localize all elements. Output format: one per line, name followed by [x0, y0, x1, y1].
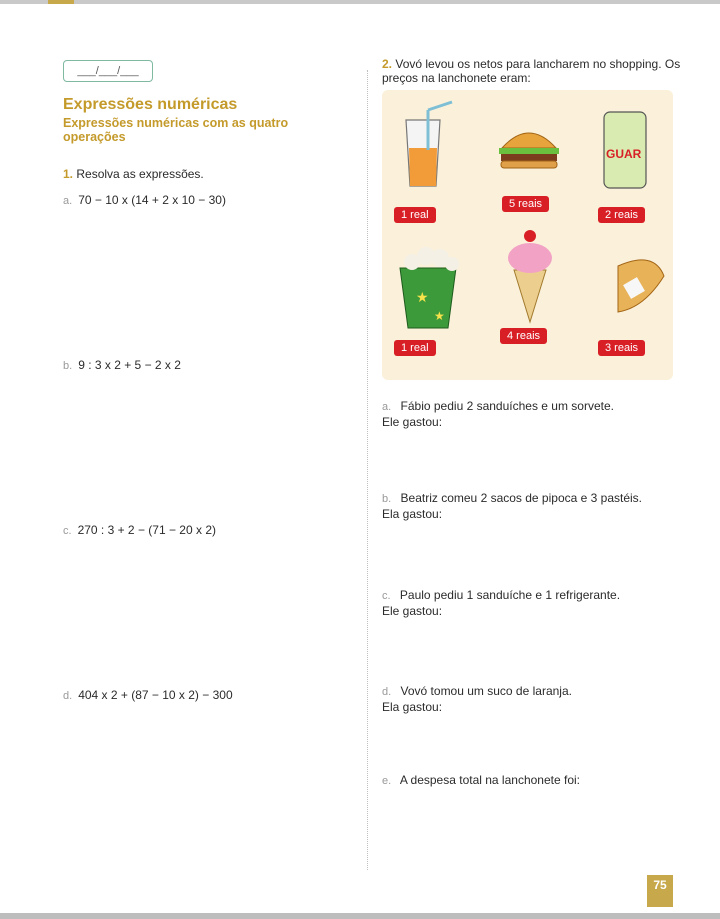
section-subtitle: Expressões numéricas com as quatro opera…: [63, 116, 289, 144]
sub-question-text: A despesa total na lanchonete foi:: [399, 773, 580, 787]
spent-label: Ele gastou:: [382, 415, 443, 429]
date-field[interactable]: ___/___/___: [63, 60, 153, 82]
sub-question-text: Beatriz comeu 2 sacos de pipoca e 3 past…: [400, 491, 643, 505]
soda-can-icon: GUAR: [603, 111, 647, 189]
item-label: c.: [63, 525, 72, 537]
sub-question-text: Paulo pediu 1 sanduíche e 1 refrigerante…: [399, 588, 621, 602]
expression-text: 270 : 3 + 2 − (71 − 20 x 2): [77, 523, 216, 537]
item-label: c.: [382, 590, 391, 602]
sub-question-text: Fábio pediu 2 sanduíches e um sorvete.: [400, 399, 614, 413]
svg-text:★: ★: [434, 309, 445, 323]
item-label: a.: [63, 195, 73, 207]
page-number: 75: [647, 875, 673, 907]
question-number: 1.: [63, 167, 74, 181]
expression-text: 9 : 3 x 2 + 5 − 2 x 2: [78, 358, 181, 372]
item-label: d.: [382, 686, 392, 698]
question-text: Vovó levou os netos para lancharem no sh…: [382, 57, 681, 85]
price-popcorn: 1 real: [394, 340, 436, 356]
juice-glass-icon: [405, 100, 453, 187]
sub-question-a: a. Fábio pediu 2 sanduíches e um sorvete…: [382, 399, 614, 429]
price-juice: 1 real: [394, 207, 436, 223]
sub-question-d: d. Vovó tomou um suco de laranja. Ela ga…: [382, 684, 572, 714]
popcorn-icon: ★★: [399, 247, 459, 329]
item-label: d.: [63, 690, 73, 702]
expression-text: 404 x 2 + (87 − 10 x 2) − 300: [78, 688, 233, 702]
question-number: 2.: [382, 57, 393, 71]
price-ice-cream: 4 reais: [500, 328, 548, 344]
pastel-icon: [617, 259, 665, 313]
price-menu: GUAR ★ ★ 1 real 5 reais 2 reais 1 real 4 …: [382, 90, 673, 380]
price-pastel: 3 reais: [598, 340, 646, 356]
sub-question-e: e. A despesa total na lanchonete foi:: [382, 773, 580, 787]
expression-c: c. 270 : 3 + 2 − (71 − 20 x 2): [63, 523, 216, 537]
spent-label: Ele gastou:: [382, 604, 443, 618]
sub-question-b: b. Beatriz comeu 2 sacos de pipoca e 3 p…: [382, 491, 642, 521]
top-bar: [0, 0, 720, 4]
expression-a: a. 70 − 10 x (14 + 2 x 10 − 30): [63, 193, 226, 207]
top-mark: [48, 0, 74, 4]
price-burger: 5 reais: [502, 196, 550, 212]
question-2: 2. Vovó levou os netos para lancharem no…: [382, 57, 682, 85]
question-text: Resolva as expressões.: [76, 167, 204, 181]
bottom-bar: [0, 913, 720, 919]
expression-b: b. 9 : 3 x 2 + 5 − 2 x 2: [63, 358, 181, 372]
question-1: 1. Resolva as expressões.: [63, 167, 204, 181]
item-label: a.: [382, 401, 392, 413]
section-title: Expressões numéricas: [63, 96, 238, 113]
burger-icon: [499, 132, 559, 169]
column-divider: [367, 70, 368, 870]
expression-d: d. 404 x 2 + (87 − 10 x 2) − 300: [63, 688, 233, 702]
expression-text: 70 − 10 x (14 + 2 x 10 − 30): [78, 193, 226, 207]
spent-label: Ela gastou:: [382, 507, 443, 521]
item-label: b.: [63, 360, 73, 372]
ice-cream-icon: [508, 230, 552, 324]
item-label: b.: [382, 493, 392, 505]
sub-question-c: c. Paulo pediu 1 sanduíche e 1 refrigera…: [382, 588, 620, 618]
can-label: GUAR: [606, 147, 642, 161]
price-soda: 2 reais: [598, 207, 646, 223]
spent-label: Ela gastou:: [382, 700, 443, 714]
sub-question-text: Vovó tomou um suco de laranja.: [400, 684, 572, 698]
item-label: e.: [382, 775, 392, 787]
svg-text:★: ★: [416, 289, 429, 305]
